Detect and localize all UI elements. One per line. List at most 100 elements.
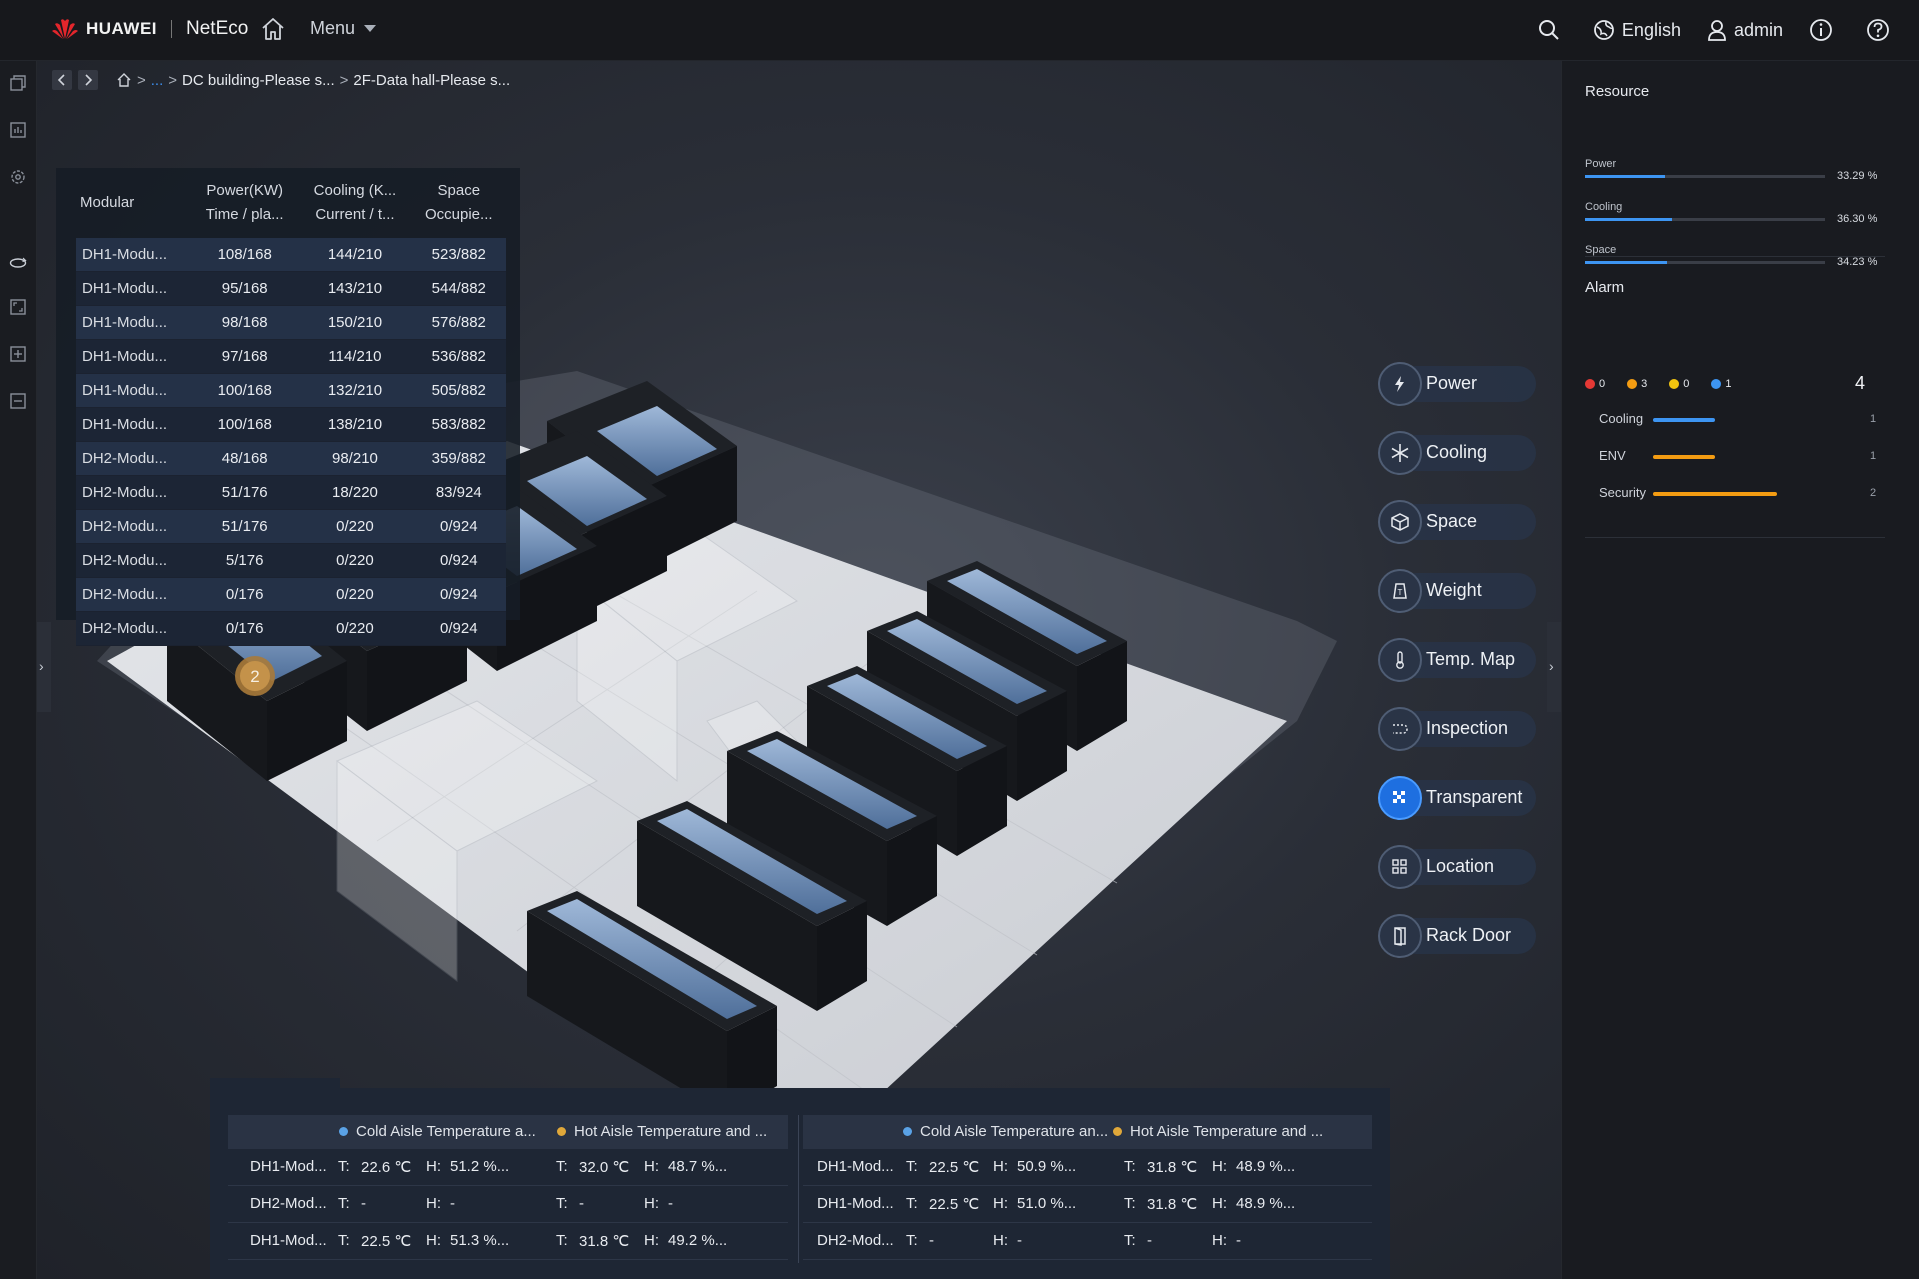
left-panel-toggle[interactable]: › [37, 622, 51, 712]
legend-cold-aisle[interactable]: Cold Aisle Temperature an... [903, 1123, 1108, 1140]
function-button-weight[interactable]: T Weight [1378, 569, 1538, 613]
resource-title: Resource [1585, 83, 1650, 100]
alarm-count-critical[interactable]: 0 [1585, 378, 1605, 390]
marker-count: 2 [250, 667, 259, 686]
temperature-row[interactable]: DH1-Mod... T: 22.5 ℃ H: 51.3 %... T: 31.8 ℃ H: 4… [228, 1223, 788, 1260]
zoom-in-icon[interactable] [9, 345, 27, 363]
menu-button[interactable]: Menu [310, 18, 377, 39]
function-button-transparent[interactable]: Transparent [1378, 776, 1538, 820]
function-button-inspection[interactable]: Inspection [1378, 707, 1538, 751]
function-icon-badge [1378, 914, 1422, 958]
table-row[interactable]: DH2-Modu... 48/168 98/210 359/882 [76, 441, 506, 476]
hot-temperature: 32.0 ℃ [579, 1159, 630, 1176]
alarm-category-security[interactable]: Security 2 [1599, 485, 1879, 500]
function-button-label: Weight [1426, 580, 1482, 600]
search-button[interactable] [1538, 19, 1567, 41]
alarm-major-icon [1627, 379, 1638, 389]
fullscreen-icon[interactable] [9, 298, 27, 316]
function-button-rack-door[interactable]: Rack Door [1378, 914, 1538, 958]
object-browser-icon[interactable] [9, 74, 27, 92]
language-button[interactable]: English [1593, 19, 1681, 41]
function-button-space[interactable]: Space [1378, 500, 1538, 544]
temperature-row[interactable]: DH2-Mod... T: - H: - T: - H: - [228, 1186, 788, 1223]
cell-cooling: 0/220 [298, 543, 412, 578]
zoom-out-icon[interactable] [9, 392, 27, 410]
cold-humidity: 51.2 %... [450, 1158, 510, 1175]
breadcrumb-separator: > [339, 71, 349, 89]
table-row[interactable]: DH1-Modu... 108/168 144/210 523/882 [76, 238, 506, 272]
cold-h-prefix: H: [426, 1232, 441, 1249]
table-row[interactable]: DH2-Modu... 0/176 0/220 0/924 [76, 577, 506, 612]
user-button[interactable]: admin [1707, 19, 1783, 41]
table-row[interactable]: DH2-Modu... 51/176 18/220 83/924 [76, 475, 506, 510]
row-module-name: DH1-Mod... [817, 1158, 894, 1175]
table-row[interactable]: DH1-Modu... 100/168 132/210 505/882 [76, 373, 506, 408]
cell-cooling: 138/210 [298, 407, 412, 442]
table-row[interactable]: DH1-Modu... 95/168 143/210 544/882 [76, 271, 506, 306]
right-panel-toggle[interactable]: › [1547, 622, 1561, 712]
report-icon[interactable] [9, 121, 27, 139]
temperature-legend-right: Cold Aisle Temperature an... Hot Aisle T… [803, 1115, 1372, 1149]
cell-power: 108/168 [191, 238, 299, 272]
cold-humidity: 51.3 %... [450, 1232, 510, 1249]
forward-button[interactable] [78, 70, 98, 90]
alarm-category-env[interactable]: ENV 1 [1599, 448, 1879, 463]
temperature-row[interactable]: DH1-Mod... T: 22.5 ℃ H: 51.0 %... T: 31.8 ℃ H: 4… [803, 1186, 1372, 1223]
temperature-row[interactable]: DH1-Mod... T: 22.6 ℃ H: 51.2 %... T: 32.0 ℃ H: 4… [228, 1149, 788, 1186]
function-button-power[interactable]: Power [1378, 362, 1538, 406]
cold-h-prefix: H: [426, 1158, 441, 1175]
temperature-row[interactable]: DH1-Mod... T: 22.5 ℃ H: 50.9 %... T: 31.8 ℃ H: 4… [803, 1149, 1372, 1186]
hot-humidity: - [1236, 1232, 1241, 1249]
legend-cold-aisle[interactable]: Cold Aisle Temperature a... [339, 1123, 536, 1140]
alarm-minor-icon [1669, 379, 1680, 389]
home-icon[interactable] [116, 72, 132, 88]
rotate-view-icon[interactable] [9, 254, 27, 272]
table-row[interactable]: DH1-Modu... 98/168 150/210 576/882 [76, 305, 506, 340]
cold-temperature: 22.6 ℃ [361, 1159, 412, 1176]
legend-hot-aisle[interactable]: Hot Aisle Temperature and ... [1113, 1123, 1323, 1140]
settings-icon[interactable] [9, 168, 27, 186]
door-icon [1394, 927, 1406, 946]
legend-hot-aisle[interactable]: Hot Aisle Temperature and ... [557, 1123, 767, 1140]
home-icon[interactable] [260, 16, 286, 42]
back-button[interactable] [52, 70, 72, 90]
table-row[interactable]: DH1-Modu... 97/168 114/210 536/882 [76, 339, 506, 374]
about-button[interactable] [1809, 18, 1840, 42]
cold-t-prefix: T: [906, 1158, 918, 1175]
cell-cooling: 0/220 [298, 509, 412, 544]
resource-progress-track [1585, 261, 1825, 264]
breadcrumb-item-building[interactable]: DC building-Please s... [182, 72, 335, 89]
hot-t-prefix: T: [1124, 1158, 1136, 1175]
breadcrumb-item-hall[interactable]: 2F-Data hall-Please s... [353, 72, 510, 89]
hot-temperature: 31.8 ℃ [1147, 1159, 1198, 1176]
temperature-row[interactable]: DH2-Mod... T: - H: - T: - H: - [803, 1223, 1372, 1260]
column-header-modular: Modular [80, 194, 135, 211]
cold-t-prefix: T: [338, 1158, 350, 1175]
search-icon [1538, 20, 1559, 40]
function-button-cooling[interactable]: Cooling [1378, 431, 1538, 475]
function-button-location[interactable]: Location [1378, 845, 1538, 889]
help-button[interactable] [1866, 18, 1897, 42]
table-row[interactable]: DH1-Modu... 100/168 138/210 583/882 [76, 407, 506, 442]
cell-cooling: 132/210 [298, 373, 412, 408]
alarm-count-value: 0 [1683, 378, 1690, 390]
function-button-label: Location [1426, 856, 1495, 876]
alarm-count-warning[interactable]: 1 [1711, 378, 1732, 390]
alarm-category-cooling[interactable]: Cooling 1 [1599, 411, 1879, 426]
table-row[interactable]: DH2-Modu... 0/176 0/220 0/924 [76, 611, 506, 646]
alarm-count-minor[interactable]: 0 [1669, 378, 1689, 390]
alarm-count-value: 1 [1725, 378, 1732, 390]
table-row[interactable]: DH2-Modu... 51/176 0/220 0/924 [76, 509, 506, 544]
legend-hot-label: Hot Aisle Temperature and ... [1130, 1123, 1324, 1140]
table-row[interactable]: DH2-Modu... 5/176 0/220 0/924 [76, 543, 506, 578]
alarm-severity-counts[interactable]: 0 3 0 1 [1585, 378, 1754, 390]
alarm-count-major[interactable]: 3 [1627, 378, 1647, 390]
row-module-name: DH2-Mod... [817, 1232, 894, 1249]
brand-name: HUAWEI [86, 19, 157, 38]
cold-humidity: 50.9 %... [1017, 1158, 1077, 1175]
module-marker[interactable]: 2 [235, 656, 275, 696]
function-button-temp-map[interactable]: Temp. Map [1378, 638, 1538, 682]
cold-h-prefix: H: [993, 1195, 1008, 1212]
alarm-category-count: 2 [1870, 487, 1877, 499]
breadcrumb-ellipsis[interactable]: ... [151, 72, 164, 89]
